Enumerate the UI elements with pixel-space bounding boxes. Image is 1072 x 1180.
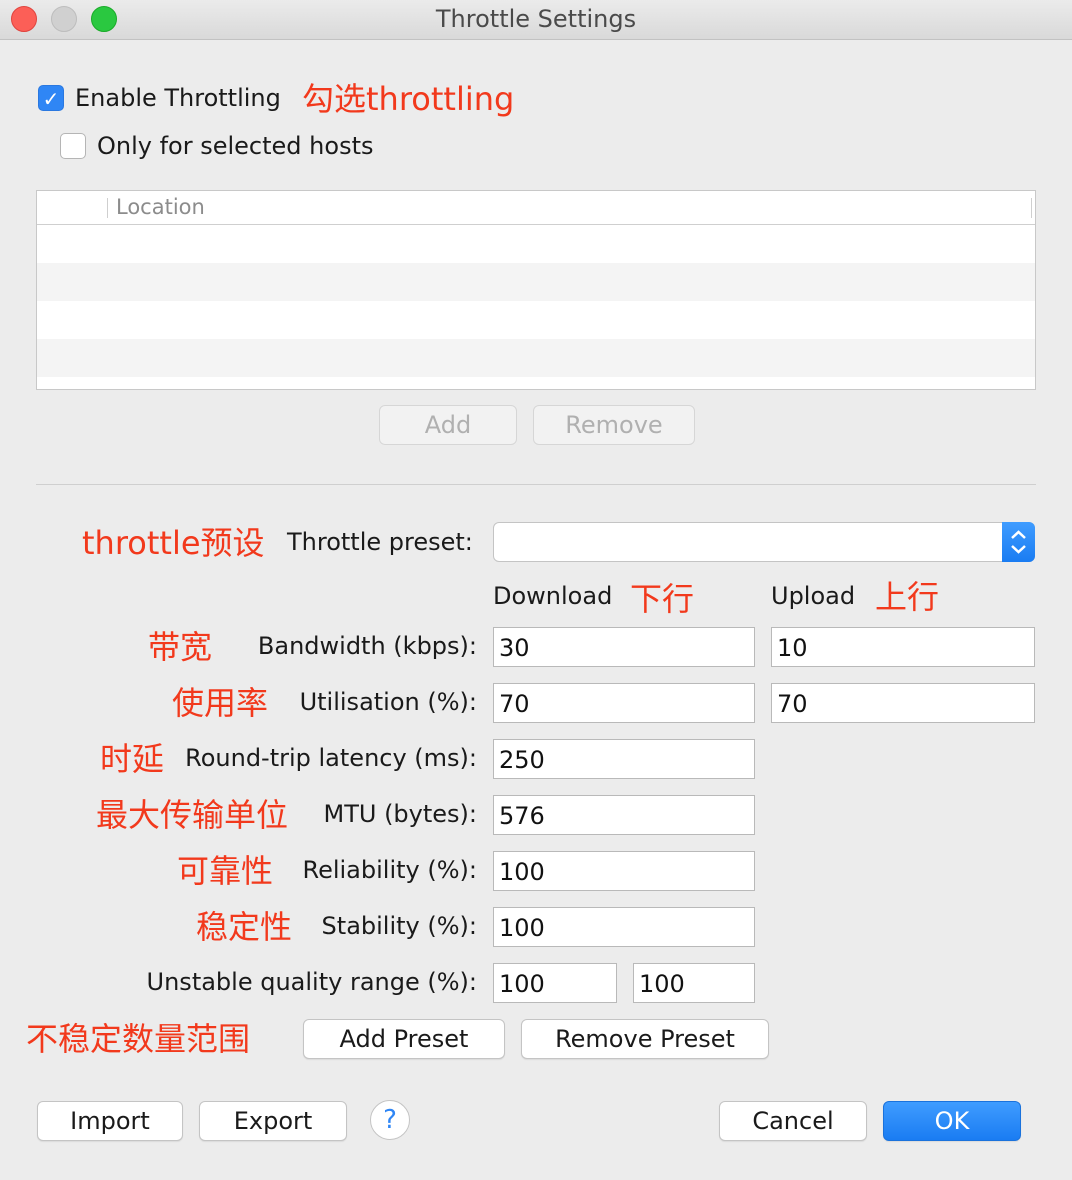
- enable-throttling-checkbox[interactable]: ✓: [38, 85, 64, 111]
- table-row: [37, 225, 1035, 263]
- unstable-range-annotation: 不稳定数量范围: [26, 1020, 251, 1058]
- stability-annotation: 稳定性: [196, 908, 293, 946]
- stability-input[interactable]: 100: [493, 907, 755, 947]
- export-button[interactable]: Export: [199, 1101, 347, 1141]
- select-arrows-icon: [1002, 522, 1035, 562]
- reliability-annotation: 可靠性: [177, 852, 274, 890]
- checkmark-icon: ✓: [42, 87, 60, 111]
- upload-column-label: Upload: [771, 582, 856, 610]
- bandwidth-download-input[interactable]: 30: [493, 627, 755, 667]
- reliability-input[interactable]: 100: [493, 851, 755, 891]
- utilisation-upload-input[interactable]: 70: [771, 683, 1035, 723]
- download-column-label: Download: [493, 582, 613, 610]
- ok-button[interactable]: OK: [883, 1101, 1021, 1141]
- mtu-annotation: 最大传输单位: [96, 796, 289, 834]
- only-selected-hosts-checkbox[interactable]: [60, 133, 86, 159]
- table-row: [37, 301, 1035, 339]
- title-bar: Throttle Settings: [0, 0, 1072, 40]
- hosts-table[interactable]: Location: [36, 190, 1036, 390]
- unstable-range-max-input[interactable]: 100: [633, 963, 755, 1003]
- throttle-preset-select[interactable]: [493, 522, 1035, 562]
- utilisation-annotation: 使用率: [172, 684, 269, 722]
- latency-input[interactable]: 250: [493, 739, 755, 779]
- table-header: Location: [37, 191, 1035, 225]
- utilisation-label: Utilisation (%):: [299, 688, 477, 716]
- cancel-button[interactable]: Cancel: [719, 1101, 867, 1141]
- throttle-preset-label: Throttle preset:: [287, 528, 473, 556]
- window-title: Throttle Settings: [435, 5, 637, 33]
- column-separator: [107, 198, 108, 218]
- download-annotation: 下行: [630, 580, 695, 618]
- enable-throttling-annotation: 勾选throttling: [302, 80, 515, 118]
- unstable-range-min-input[interactable]: 100: [493, 963, 617, 1003]
- stability-label: Stability (%):: [321, 912, 477, 940]
- unstable-range-label: Unstable quality range (%):: [146, 968, 477, 996]
- remove-preset-button[interactable]: Remove Preset: [521, 1019, 769, 1059]
- bandwidth-annotation: 带宽: [148, 628, 213, 666]
- upload-annotation: 上行: [875, 578, 940, 616]
- add-host-button[interactable]: Add: [379, 405, 517, 445]
- remove-host-button[interactable]: Remove: [533, 405, 695, 445]
- enable-throttling-label: Enable Throttling: [75, 84, 281, 112]
- reliability-label: Reliability (%):: [302, 856, 477, 884]
- mtu-label: MTU (bytes):: [323, 800, 478, 828]
- latency-annotation: 时延: [100, 740, 165, 778]
- help-button[interactable]: ?: [370, 1100, 410, 1140]
- import-button[interactable]: Import: [37, 1101, 183, 1141]
- only-selected-hosts-label: Only for selected hosts: [97, 132, 374, 160]
- add-preset-button[interactable]: Add Preset: [303, 1019, 505, 1059]
- help-icon: ?: [383, 1105, 397, 1135]
- section-divider: [36, 484, 1036, 485]
- table-row: [37, 263, 1035, 301]
- utilisation-download-input[interactable]: 70: [493, 683, 755, 723]
- location-column-header[interactable]: Location: [116, 195, 205, 219]
- preset-annotation: throttle预设: [82, 524, 265, 562]
- latency-label: Round-trip latency (ms):: [185, 744, 477, 772]
- table-row: [37, 339, 1035, 377]
- bandwidth-label: Bandwidth (kbps):: [257, 632, 477, 660]
- column-separator: [1031, 198, 1032, 218]
- mtu-input[interactable]: 576: [493, 795, 755, 835]
- bandwidth-upload-input[interactable]: 10: [771, 627, 1035, 667]
